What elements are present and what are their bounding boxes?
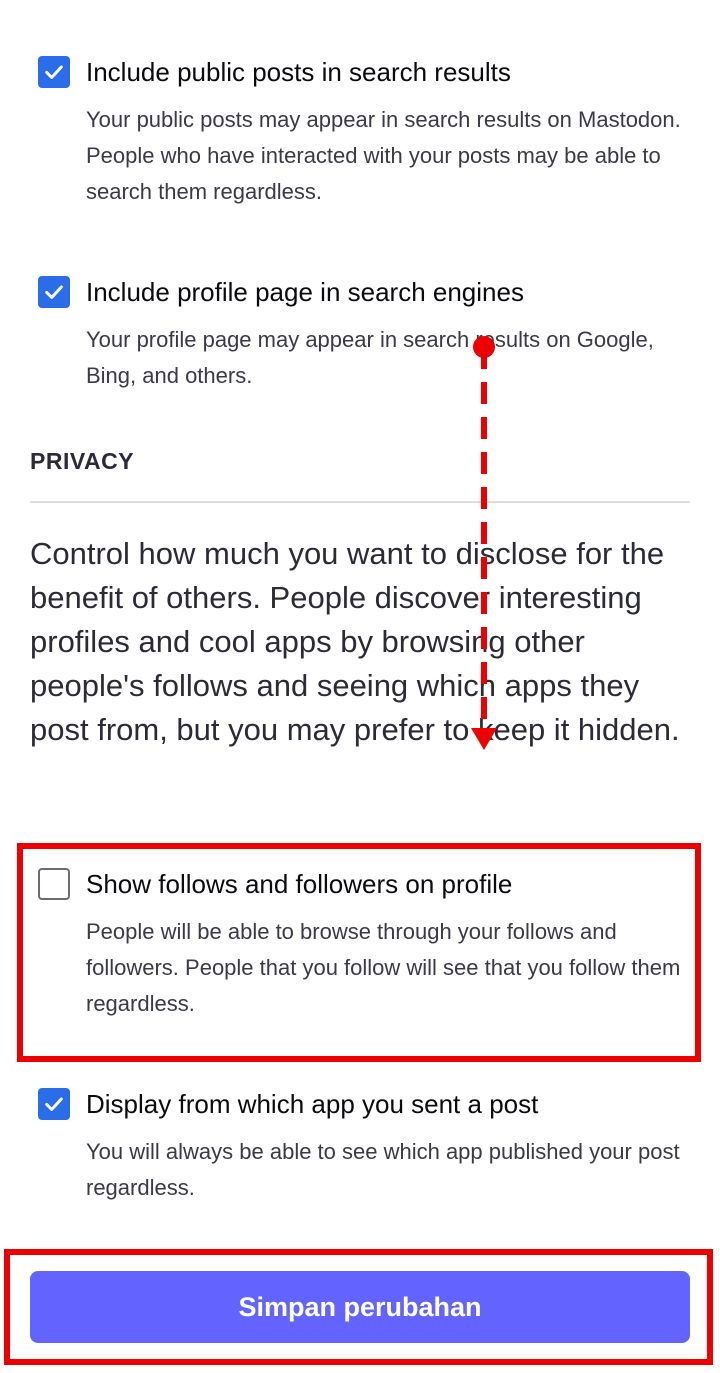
option-public-posts-search: Include public posts in search results Y…	[38, 56, 688, 210]
checkmark-icon[interactable]	[38, 56, 70, 88]
save-changes-button[interactable]: Simpan perubahan	[30, 1271, 690, 1343]
option-display-app-toggle[interactable]: Display from which app you sent a post	[38, 1088, 688, 1120]
checkmark-icon[interactable]	[38, 1088, 70, 1120]
option-show-follows-toggle[interactable]: Show follows and followers on profile	[38, 868, 688, 900]
option-description: You will always be able to see which app…	[86, 1139, 680, 1200]
option-display-app: Display from which app you sent a post Y…	[38, 1088, 688, 1206]
option-label[interactable]: Include public posts in search results	[86, 57, 511, 88]
option-profile-search-engines-toggle[interactable]: Include profile page in search engines	[38, 276, 688, 308]
option-label[interactable]: Include profile page in search engines	[86, 277, 524, 308]
privacy-section-title: PRIVACY	[30, 448, 135, 474]
checkmark-icon[interactable]	[38, 276, 70, 308]
option-profile-search-engines: Include profile page in search engines Y…	[38, 276, 688, 394]
section-divider	[30, 501, 690, 503]
option-label[interactable]: Show follows and followers on profile	[86, 869, 512, 900]
option-public-posts-search-toggle[interactable]: Include public posts in search results	[38, 56, 688, 88]
option-label[interactable]: Display from which app you sent a post	[86, 1089, 538, 1120]
option-description: Your profile page may appear in search r…	[86, 327, 654, 388]
option-show-follows: Show follows and followers on profile Pe…	[38, 868, 688, 1022]
empty-checkbox-icon[interactable]	[38, 868, 70, 900]
privacy-section-description: Control how much you want to disclose fo…	[30, 536, 680, 747]
option-description: Your public posts may appear in search r…	[86, 107, 681, 204]
option-description: People will be able to browse through yo…	[86, 919, 681, 1016]
